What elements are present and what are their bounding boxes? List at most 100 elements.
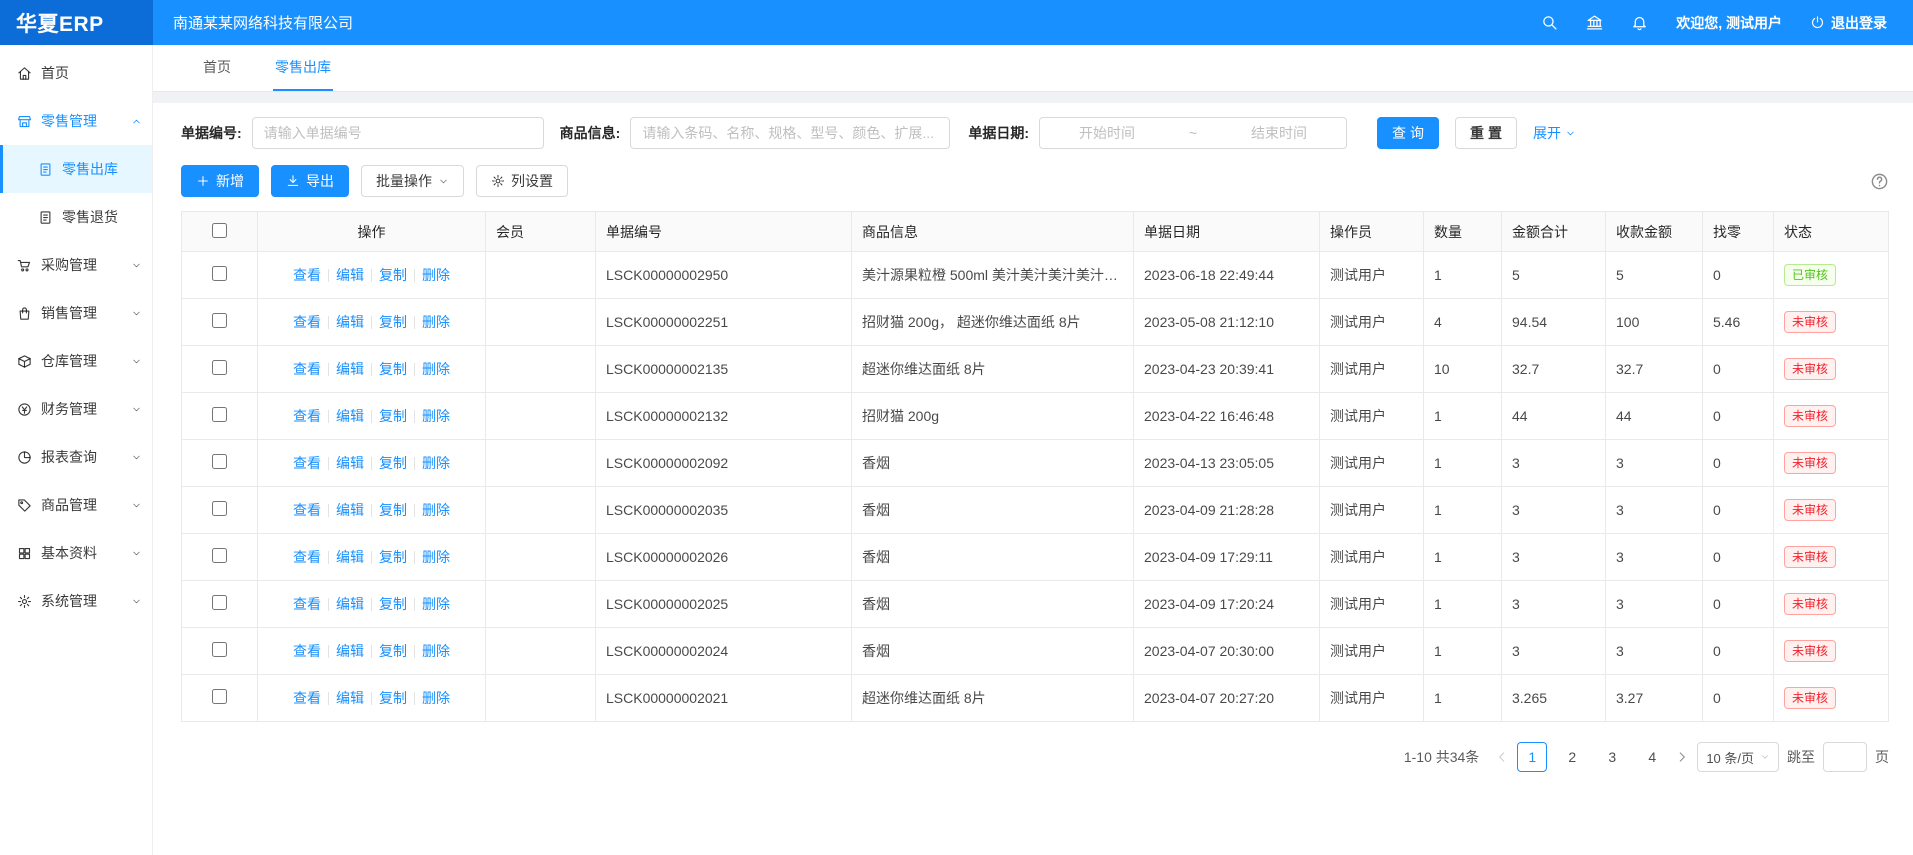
edit-link[interactable]: 编辑 xyxy=(336,549,364,565)
row-checkbox[interactable] xyxy=(212,689,227,704)
copy-link[interactable]: 复制 xyxy=(379,361,407,377)
row-checkbox[interactable] xyxy=(212,454,227,469)
view-link[interactable]: 查看 xyxy=(293,267,321,283)
add-button[interactable]: 新增 xyxy=(181,165,259,197)
delete-link[interactable]: 删除 xyxy=(422,502,450,518)
copy-link[interactable]: 复制 xyxy=(379,502,407,518)
sidebar-item-sales[interactable]: 销售管理 xyxy=(0,289,152,337)
view-link[interactable]: 查看 xyxy=(293,690,321,706)
cart-icon xyxy=(17,258,32,273)
delete-link[interactable]: 删除 xyxy=(422,267,450,283)
sidebar-item-retail-return[interactable]: 零售退货 xyxy=(0,193,152,241)
row-checkbox[interactable] xyxy=(212,266,227,281)
delete-link[interactable]: 删除 xyxy=(422,361,450,377)
sidebar-item-retail[interactable]: 零售管理 xyxy=(0,97,152,145)
edit-link[interactable]: 编辑 xyxy=(336,314,364,330)
sidebar-item-warehouse[interactable]: 仓库管理 xyxy=(0,337,152,385)
page-size-select[interactable]: 10 条/页 xyxy=(1697,742,1779,772)
batch-operation-button[interactable]: 批量操作 xyxy=(361,165,464,197)
row-checkbox[interactable] xyxy=(212,360,227,375)
logout-button[interactable]: 退出登录 xyxy=(1810,13,1887,33)
edit-link[interactable]: 编辑 xyxy=(336,643,364,659)
tab-retail-outbound[interactable]: 零售出库 xyxy=(273,45,333,91)
delete-link[interactable]: 删除 xyxy=(422,314,450,330)
product-info-input[interactable] xyxy=(630,117,950,149)
column-settings-button[interactable]: 列设置 xyxy=(476,165,568,197)
row-checkbox[interactable] xyxy=(212,501,227,516)
copy-link[interactable]: 复制 xyxy=(379,408,407,424)
view-link[interactable]: 查看 xyxy=(293,455,321,471)
sidebar-item-retail-outbound[interactable]: 零售出库 xyxy=(0,145,152,193)
edit-link[interactable]: 编辑 xyxy=(336,455,364,471)
next-page-icon[interactable] xyxy=(1675,750,1689,764)
expand-link[interactable]: 展开 xyxy=(1533,123,1576,143)
delete-link[interactable]: 删除 xyxy=(422,643,450,659)
copy-link[interactable]: 复制 xyxy=(379,643,407,659)
view-link[interactable]: 查看 xyxy=(293,314,321,330)
copy-link[interactable]: 复制 xyxy=(379,596,407,612)
page-button-4[interactable]: 4 xyxy=(1637,742,1667,772)
help-icon[interactable] xyxy=(1870,172,1889,191)
page-button-1[interactable]: 1 xyxy=(1517,742,1547,772)
row-checkbox[interactable] xyxy=(212,595,227,610)
edit-link[interactable]: 编辑 xyxy=(336,690,364,706)
sidebar-item-finance[interactable]: 财务管理 xyxy=(0,385,152,433)
search-button[interactable]: 查询 xyxy=(1377,117,1439,149)
search-icon[interactable] xyxy=(1541,14,1558,31)
sidebar-item-label: 采购管理 xyxy=(41,255,97,275)
delete-link[interactable]: 删除 xyxy=(422,690,450,706)
edit-link[interactable]: 编辑 xyxy=(336,596,364,612)
select-all-checkbox[interactable] xyxy=(212,223,227,238)
edit-link[interactable]: 编辑 xyxy=(336,502,364,518)
page-button-3[interactable]: 3 xyxy=(1597,742,1627,772)
edit-link[interactable]: 编辑 xyxy=(336,267,364,283)
quantity-cell: 4 xyxy=(1424,299,1502,346)
export-button[interactable]: 导出 xyxy=(271,165,349,197)
prev-page-icon[interactable] xyxy=(1495,750,1509,764)
row-checkbox[interactable] xyxy=(212,548,227,563)
sidebar-item-goods[interactable]: 商品管理 xyxy=(0,481,152,529)
delete-link[interactable]: 删除 xyxy=(422,596,450,612)
jump-page-input[interactable] xyxy=(1823,742,1867,772)
edit-link[interactable]: 编辑 xyxy=(336,361,364,377)
bell-icon[interactable] xyxy=(1631,14,1648,31)
received-amount-cell: 44 xyxy=(1606,393,1703,440)
date-range-picker[interactable]: 开始时间 ~ 结束时间 xyxy=(1039,117,1347,149)
row-checkbox[interactable] xyxy=(212,407,227,422)
sidebar-item-report[interactable]: 报表查询 xyxy=(0,433,152,481)
tab-home[interactable]: 首页 xyxy=(201,45,233,91)
divider xyxy=(371,692,372,705)
welcome-text: 欢迎您, 测试用户 xyxy=(1676,13,1782,33)
view-link[interactable]: 查看 xyxy=(293,502,321,518)
view-link[interactable]: 查看 xyxy=(293,643,321,659)
copy-link[interactable]: 复制 xyxy=(379,267,407,283)
download-icon xyxy=(286,174,300,188)
view-link[interactable]: 查看 xyxy=(293,408,321,424)
sidebar-item-system[interactable]: 系统管理 xyxy=(0,577,152,625)
plus-icon xyxy=(196,174,210,188)
sidebar-item-purchase[interactable]: 采购管理 xyxy=(0,241,152,289)
bill-no-input[interactable] xyxy=(252,117,544,149)
status-badge: 未审核 xyxy=(1784,311,1836,333)
copy-link[interactable]: 复制 xyxy=(379,690,407,706)
row-select-cell xyxy=(182,440,258,487)
money-icon xyxy=(17,402,32,417)
copy-link[interactable]: 复制 xyxy=(379,455,407,471)
edit-link[interactable]: 编辑 xyxy=(336,408,364,424)
view-link[interactable]: 查看 xyxy=(293,549,321,565)
sidebar-item-home[interactable]: 首页 xyxy=(0,49,152,97)
copy-link[interactable]: 复制 xyxy=(379,549,407,565)
bank-icon[interactable] xyxy=(1586,14,1603,31)
copy-link[interactable]: 复制 xyxy=(379,314,407,330)
view-link[interactable]: 查看 xyxy=(293,596,321,612)
view-link[interactable]: 查看 xyxy=(293,361,321,377)
row-checkbox[interactable] xyxy=(212,642,227,657)
delete-link[interactable]: 删除 xyxy=(422,408,450,424)
reset-button[interactable]: 重置 xyxy=(1455,117,1517,149)
delete-link[interactable]: 删除 xyxy=(422,549,450,565)
change-amount-cell: 0 xyxy=(1703,534,1774,581)
delete-link[interactable]: 删除 xyxy=(422,455,450,471)
page-button-2[interactable]: 2 xyxy=(1557,742,1587,772)
sidebar-item-basic[interactable]: 基本资料 xyxy=(0,529,152,577)
row-checkbox[interactable] xyxy=(212,313,227,328)
